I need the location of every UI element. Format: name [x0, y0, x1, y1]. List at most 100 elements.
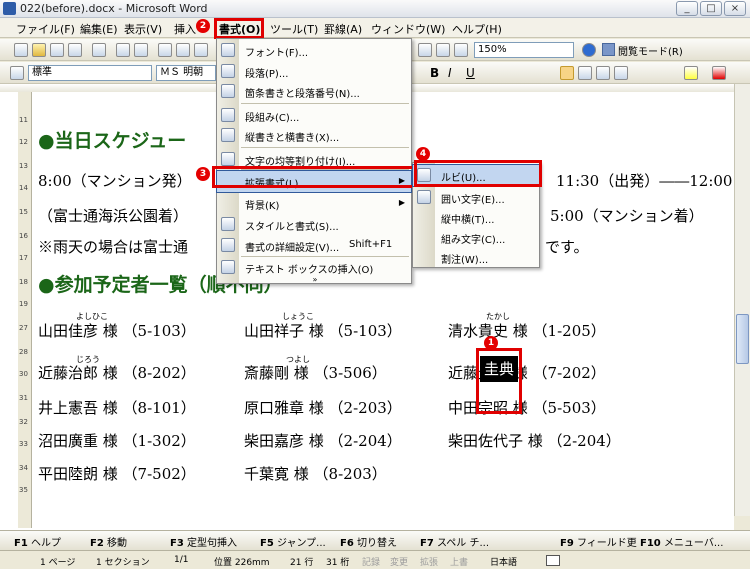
attendee-row: 中田宗昭 様 （5-503）: [448, 399, 606, 417]
maximize-button[interactable]: □: [700, 1, 722, 16]
vertical-ruler: 11 12 13 14 15 16 17 18 19 27 28 30 31 32 33 34 35: [18, 92, 32, 528]
attendee-row: 柴田佐代子 様 （2-204）: [448, 432, 621, 450]
status-record[interactable]: 記録: [362, 555, 380, 568]
heading-schedule: ●当日スケジュー: [38, 130, 187, 152]
menu-item-font[interactable]: フォント(F)...: [217, 40, 411, 61]
distribute-icon: [221, 152, 235, 166]
fkey-move[interactable]: F2 移動: [90, 534, 127, 549]
menu-window[interactable]: ウィンドウ(W): [371, 21, 445, 37]
save-icon[interactable]: [50, 43, 64, 57]
status-page: 1 ページ: [40, 558, 76, 568]
window-title: 022(before).docx - Microsoft Word: [20, 2, 208, 15]
reading-mode-label: 閲覧モード(R): [618, 47, 683, 58]
menu-item-text-direction[interactable]: 縦書きと横書き(X)...: [217, 125, 411, 146]
attendee-row: 山田祥子 様 （5-103）: [244, 322, 402, 340]
justify-icon[interactable]: [614, 66, 628, 80]
spellcheck-icon[interactable]: [116, 43, 130, 57]
schedule-line-3b: です。: [545, 238, 589, 256]
minimize-button[interactable]: _: [676, 1, 698, 16]
zoom-combo[interactable]: 150%: [474, 42, 574, 58]
menu-help[interactable]: ヘルプ(H): [452, 21, 502, 37]
highlight-color-icon[interactable]: [684, 66, 698, 80]
format-dropdown-menu: フォント(F)... 段落(P)... 箇条書きと段落番号(N)... 段組み(…: [216, 38, 412, 284]
status-line: 21 行: [290, 558, 314, 568]
permission-icon[interactable]: [68, 43, 82, 57]
italic-icon[interactable]: I: [448, 66, 452, 80]
bold-icon[interactable]: B: [430, 66, 439, 80]
font-combo[interactable]: ＭＳ 明朝: [156, 65, 216, 81]
attendee-row: 柴田嘉彦 様 （2-204）: [244, 432, 402, 450]
underline-icon[interactable]: U: [466, 66, 475, 80]
function-key-bar: F1 ヘルプ F2 移動 F3 定型句挿入 F5 ジャンプ... F6 切り替え…: [0, 530, 750, 550]
fkey-spellcheck[interactable]: F7 スペル チ...: [420, 534, 489, 549]
print-icon[interactable]: [92, 43, 106, 57]
ruby-item-highlight-box: [414, 160, 542, 187]
expand-menu-icon[interactable]: »: [309, 275, 321, 285]
columns-toolbar-icon[interactable]: [436, 43, 450, 57]
fkey-switch[interactable]: F6 切り替え: [340, 534, 397, 549]
submenu-item-enclose[interactable]: 囲い文字(E)...: [413, 187, 539, 208]
fkey-jump[interactable]: F5 ジャンプ...: [260, 534, 326, 549]
bullets-icon: [221, 84, 235, 98]
copy-icon[interactable]: [176, 43, 190, 57]
attendee-row: 近藤圭典 様 （7-202）: [448, 364, 606, 382]
styles-pane-icon[interactable]: [10, 66, 24, 80]
status-overwrite[interactable]: 上書: [450, 555, 468, 568]
textbox-icon: [221, 260, 235, 274]
submenu-arrow-icon: ▶: [398, 198, 405, 207]
submenu-item-warichu[interactable]: 割注(W)...: [413, 247, 539, 268]
attendee-row: 千葉寛 様 （8-203）: [244, 465, 387, 483]
paste-icon[interactable]: [194, 43, 208, 57]
title-bar: 022(before).docx - Microsoft Word _ □ ×: [0, 0, 750, 18]
align-right-icon[interactable]: [596, 66, 610, 80]
drawing-icon[interactable]: [454, 43, 468, 57]
spelling-status-icon[interactable]: [546, 555, 560, 566]
menu-edit[interactable]: 編集(E): [80, 21, 118, 37]
menu-item-styles[interactable]: スタイルと書式(S)...: [217, 214, 411, 235]
status-extend[interactable]: 拡張: [420, 555, 438, 568]
submenu-item-combine[interactable]: 組み文字(C)...: [413, 227, 539, 248]
styles-icon: [221, 217, 235, 231]
selection-highlight-box: [476, 348, 522, 414]
menu-item-columns[interactable]: 段組み(C)...: [217, 105, 411, 126]
style-combo[interactable]: 標準: [28, 65, 152, 81]
menu-view[interactable]: 表示(V): [124, 21, 162, 37]
menu-insert[interactable]: 挿入: [174, 21, 196, 37]
fkey-field-update[interactable]: F9 フィールド更: [560, 534, 637, 549]
help-icon[interactable]: [582, 43, 596, 57]
attendee-row: 井上憲吾 様 （8-101）: [38, 399, 196, 417]
scroll-thumb[interactable]: [736, 314, 749, 364]
enclose-icon: [417, 190, 431, 204]
menu-table[interactable]: 罫線(A): [324, 21, 362, 37]
status-track-changes[interactable]: 変更: [390, 555, 408, 568]
fkey-menubar[interactable]: F10 メニューバ...: [640, 534, 723, 549]
open-icon[interactable]: [32, 43, 46, 57]
close-button[interactable]: ×: [724, 1, 746, 16]
align-left-icon[interactable]: [560, 66, 574, 80]
font-color-icon[interactable]: [712, 66, 726, 80]
menu-file[interactable]: ファイル(F): [16, 21, 75, 37]
vertical-scrollbar[interactable]: [734, 84, 750, 516]
menu-item-bullets[interactable]: 箇条書きと段落番号(N)...: [217, 81, 411, 102]
menu-item-paragraph[interactable]: 段落(P)...: [217, 61, 411, 82]
shortcut-label: Shift+F1: [349, 239, 393, 250]
status-pages: 1/1: [174, 555, 189, 565]
submenu-item-tate-chu-yoko[interactable]: 縦中横(T)...: [413, 207, 539, 228]
status-column: 31 桁: [326, 558, 350, 568]
fkey-autotext[interactable]: F3 定型句挿入: [170, 534, 237, 549]
new-document-icon[interactable]: [14, 43, 28, 57]
attendee-row: 近藤治郎 様 （8-202）: [38, 364, 196, 382]
menu-tools[interactable]: ツール(T): [270, 21, 318, 37]
step-badge-2: 2: [196, 19, 210, 33]
step-badge-1: 1: [484, 336, 498, 350]
align-center-icon[interactable]: [578, 66, 592, 80]
fkey-help[interactable]: F1 ヘルプ: [14, 534, 61, 549]
research-icon[interactable]: [134, 43, 148, 57]
cut-icon[interactable]: [158, 43, 172, 57]
menu-item-reveal-format[interactable]: 書式の詳細設定(V)... Shift+F1: [217, 235, 411, 256]
reading-mode-button[interactable]: 閲覧モード(R): [602, 42, 690, 58]
menu-item-background[interactable]: 背景(K) ▶: [217, 193, 411, 214]
table-icon[interactable]: [418, 43, 432, 57]
menu-bar: ファイル(F) 編集(E) 表示(V) 挿入 書式(O) ツール(T) 罫線(A…: [0, 18, 750, 38]
status-section: 1 セクション: [96, 558, 150, 568]
